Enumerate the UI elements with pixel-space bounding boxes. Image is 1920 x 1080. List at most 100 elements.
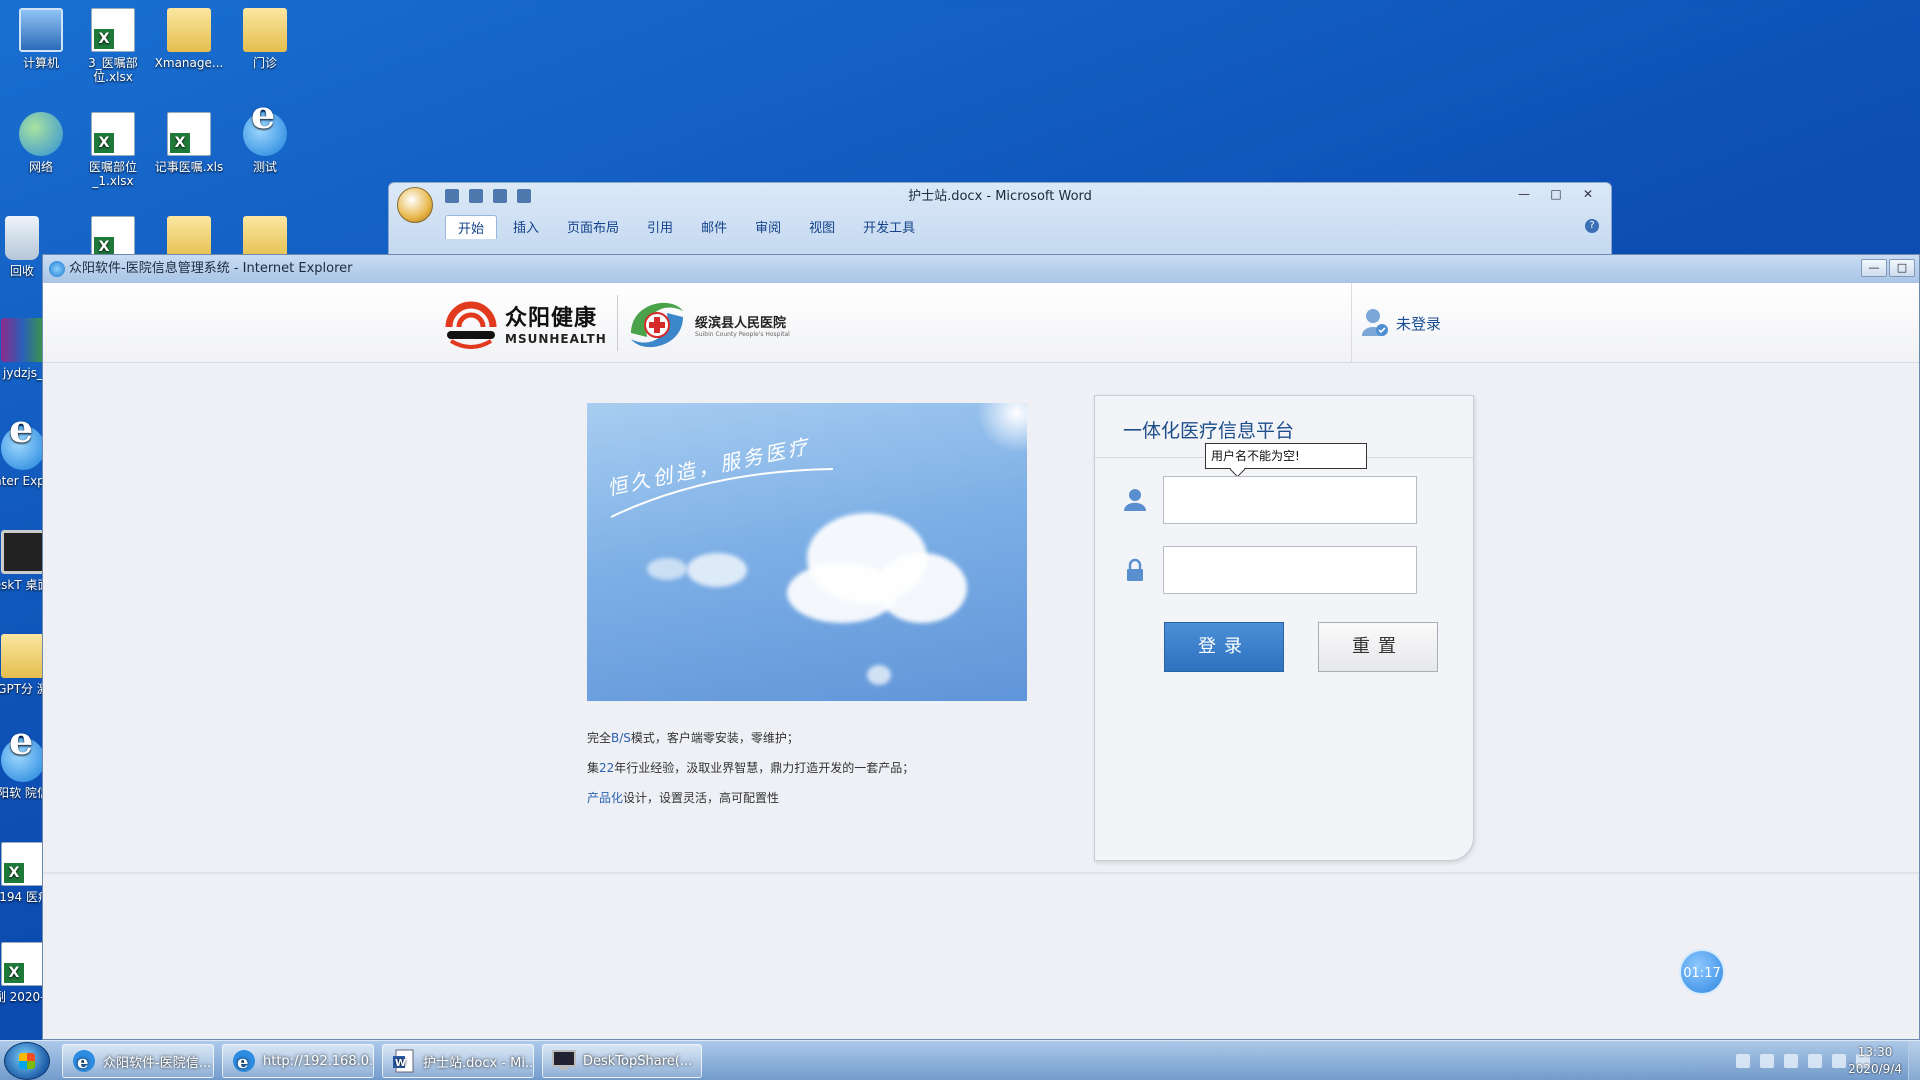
taskbar-clock[interactable]: 13:30 2020/9/4 (1848, 1044, 1902, 1078)
desktop-icon-shortcut[interactable]: 测试 (224, 108, 306, 174)
cloud-shape (647, 558, 687, 580)
desktop-icon-archive[interactable]: jydzjs_ (0, 318, 44, 380)
monitor-icon (1, 530, 44, 574)
desktop-icon-file[interactable]: 副 2020-0 (0, 942, 44, 1004)
cloud-shape (687, 553, 747, 587)
close-icon[interactable]: ✕ (1573, 185, 1603, 203)
cloud-shape (877, 553, 967, 623)
desktop-icon-deskshare[interactable]: DeskT 桌面屏 (0, 530, 44, 592)
desktop-icon-file[interactable]: 3_医嘱部位.xlsx (72, 8, 154, 84)
tab-mailings[interactable]: 邮件 (689, 215, 739, 239)
feature-line: 集22年行业经验，汲取业界智慧，鼎力打造开发的一套产品； (587, 753, 914, 783)
login-button[interactable]: 登录 (1164, 622, 1284, 672)
minimize-icon[interactable]: — (1861, 259, 1887, 277)
svg-text:e: e (77, 1052, 88, 1073)
start-button-icon[interactable] (4, 1042, 50, 1080)
keyboard-icon[interactable] (1736, 1054, 1750, 1068)
page-divider (43, 872, 1919, 874)
word-window-controls: — □ ✕ (1509, 185, 1603, 203)
desktop-icon-label: Inter Explo (0, 474, 44, 488)
login-status-label: 未登录 (1396, 314, 1442, 333)
tab-review[interactable]: 审阅 (743, 215, 793, 239)
taskbar: e 众阳软件-医院信... e http://192.168.0.... W 护… (0, 1040, 1920, 1080)
office-button-icon[interactable] (397, 187, 433, 223)
timer-badge[interactable]: 01:17 (1679, 949, 1725, 995)
username-input[interactable] (1163, 476, 1417, 524)
folder-icon (243, 216, 287, 254)
redo-icon[interactable] (493, 189, 507, 203)
show-hidden-icons-icon[interactable] (1784, 1054, 1798, 1068)
user-icon (1123, 488, 1147, 512)
word-window-title: 护士站.docx - Microsoft Word (908, 189, 1092, 204)
feature-text: 完全 (587, 731, 612, 745)
password-input[interactable] (1163, 546, 1417, 594)
excel-file-icon (1, 842, 44, 886)
desktop-icon-file[interactable] (148, 216, 230, 254)
desktop-icon-label: 测试 (252, 160, 277, 174)
network-icon[interactable] (1832, 1054, 1846, 1068)
desktop-icon-folder[interactable] (224, 216, 306, 254)
desktop-icon-folder[interactable]: GPT分 激 (0, 634, 44, 696)
ie-titlebar[interactable]: 众阳软件-医院信息管理系统 - Internet Explorer — □ (43, 255, 1919, 283)
desktop-icon-label: 20194 医疗收 (0, 890, 44, 904)
user-icon (1362, 308, 1388, 338)
taskbar-item-deskshare[interactable]: DeskTopShare(... (542, 1044, 702, 1078)
feature-highlight: B/S (611, 731, 631, 745)
excel-file-icon (1, 942, 44, 986)
page-header: 众阳健康 MSUNHEALTH 绥滨县人民医院 Suibin County Pe… (43, 283, 1919, 363)
folder-icon (167, 8, 211, 52)
input-method-icon[interactable] (1808, 1054, 1822, 1068)
user-status[interactable]: 未登录 (1351, 283, 1441, 363)
desktop-icon-file[interactable]: 医嘱部位_1.xlsx (72, 112, 154, 188)
cloud-shape (867, 665, 891, 685)
feature-highlight: 22 (599, 761, 615, 775)
logo-divider (617, 295, 618, 351)
password-row (1123, 546, 1417, 594)
help-icon[interactable]: ? (1585, 219, 1599, 233)
lock-icon (1123, 558, 1147, 582)
ie-shortcut-icon (1, 734, 44, 782)
desktop-icon-computer[interactable]: 计算机 (0, 8, 82, 70)
save-icon[interactable] (445, 189, 459, 203)
desktop-icon-network[interactable]: 网络 (0, 112, 82, 174)
reset-button[interactable]: 重置 (1318, 622, 1438, 672)
ie-window[interactable]: 众阳软件-医院信息管理系统 - Internet Explorer — □ 众阳… (42, 254, 1920, 1040)
show-desktop-button[interactable] (1908, 1041, 1920, 1080)
print-preview-icon[interactable] (517, 189, 531, 203)
maximize-icon[interactable]: □ (1541, 185, 1571, 203)
maximize-icon[interactable]: □ (1889, 259, 1915, 277)
tray-app-icon[interactable] (1760, 1054, 1774, 1068)
desktop-left-icons: jydzjs_ Inter Explo DeskT 桌面屏 GPT分 激 众阳软… (0, 250, 44, 1030)
taskbar-item-label: DeskTopShare(... (583, 1053, 693, 1069)
excel-file-icon (91, 112, 135, 156)
desktop-icon-folder[interactable]: 门诊 (224, 8, 306, 70)
tab-developer[interactable]: 开发工具 (851, 215, 927, 239)
desktop-icon-file[interactable]: 记事医嘱.xls (148, 112, 230, 174)
undo-icon[interactable] (469, 189, 483, 203)
desktop-icon-ie[interactable]: Inter Explo (0, 422, 44, 488)
taskbar-item-ie-url[interactable]: e http://192.168.0.... (222, 1044, 374, 1078)
word-window[interactable]: 护士站.docx - Microsoft Word — □ ✕ 开始 插入 页面… (388, 182, 1612, 262)
tab-insert[interactable]: 插入 (501, 215, 551, 239)
promo-banner: 恒久创造，服务医疗 (587, 403, 1027, 701)
tab-page-layout[interactable]: 页面布局 (555, 215, 631, 239)
excel-file-icon (91, 216, 135, 254)
login-panel: 一体化医疗信息平台 用户名不能为空! 登录 重置 (1094, 395, 1474, 861)
taskbar-item-word[interactable]: W 护士站.docx - Mi... (382, 1044, 534, 1078)
tab-view[interactable]: 视图 (797, 215, 847, 239)
desktop-icon-label: 记事医嘱.xls (154, 160, 224, 174)
clock-time: 13:30 (1857, 1045, 1893, 1059)
tab-references[interactable]: 引用 (635, 215, 685, 239)
tab-home[interactable]: 开始 (445, 215, 498, 239)
folder-icon (243, 8, 287, 52)
minimize-icon[interactable]: — (1509, 185, 1539, 203)
feature-line: 产品化设计，设置灵活，高可配置性 (587, 783, 914, 813)
internet-explorer-icon (49, 261, 65, 277)
desktop-icon-folder[interactable]: Xmanage... (148, 8, 230, 70)
taskbar-item-label: 护士站.docx - Mi... (423, 1055, 534, 1071)
desktop-icon-ie[interactable]: 众阳软 院信息 (0, 734, 44, 800)
taskbar-item-ie-his[interactable]: e 众阳软件-医院信... (62, 1044, 214, 1078)
desktop-icon-file[interactable] (72, 216, 154, 254)
feature-text: 模式，客户端零安装，零维护； (630, 731, 799, 745)
desktop-icon-file[interactable]: 20194 医疗收 (0, 842, 44, 904)
